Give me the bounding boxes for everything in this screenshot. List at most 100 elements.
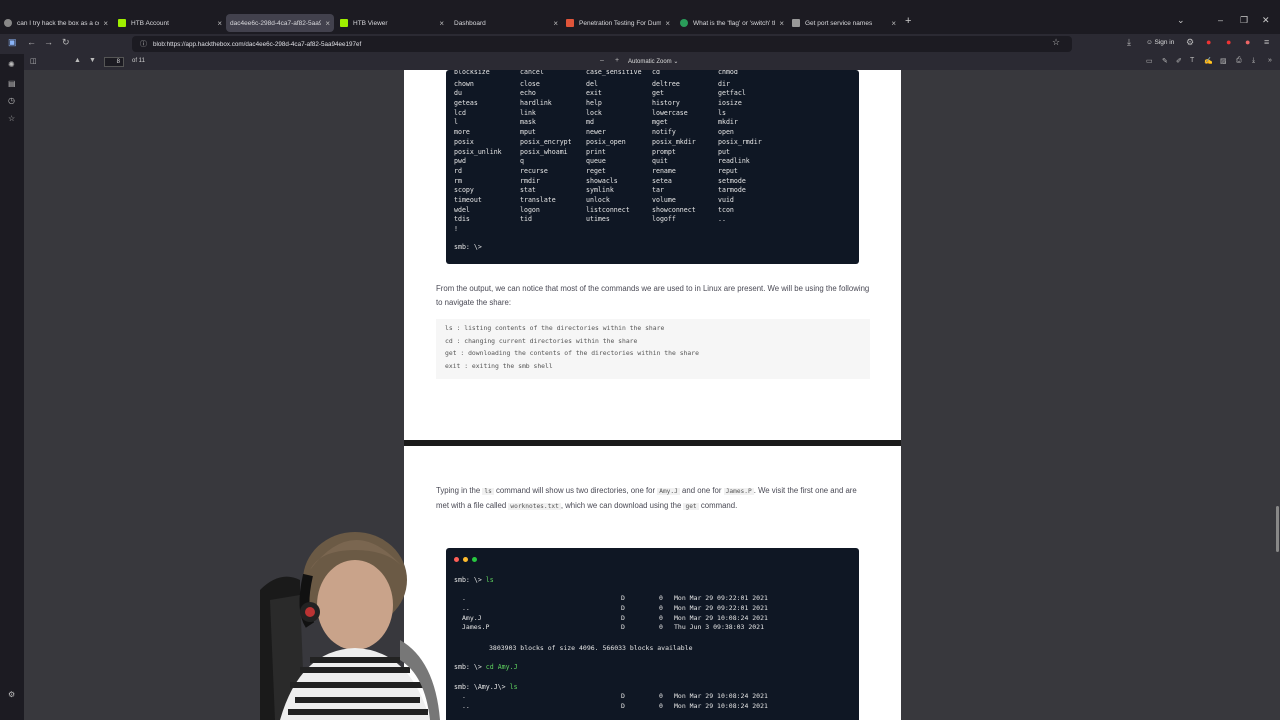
tab-0[interactable]: can I try hack the box as a comp × [4,14,108,32]
tab-list-icon[interactable]: ⌄ [1177,15,1185,26]
listing-size: 0 [659,594,663,602]
command-cell: symlink [586,186,614,195]
reload-icon[interactable]: ↻ [62,37,70,48]
yellow-dot-icon [463,557,468,562]
signature-icon[interactable]: ✍ [1204,57,1213,65]
listing-date: Mon Mar 29 10:08:24 2021 [674,692,768,700]
ai-chat-icon[interactable]: ✺ [8,60,15,69]
listing-size: 0 [659,613,663,622]
new-tab-icon[interactable]: + [905,15,911,27]
tab-3[interactable]: HTB Viewer × [340,14,444,32]
listing-name: .. [462,603,470,612]
tab-favicon-icon [4,19,12,27]
browser-sidebar: ✺ ▤ ◷ ☆ ⚙ [0,54,24,720]
command-cell: posix_rmdir [718,137,762,146]
downloads-icon[interactable]: ⤓ [1127,37,1131,48]
extension-record-icon[interactable]: ● [1226,37,1231,47]
command-cell: rd [454,166,462,175]
next-page-icon[interactable]: ▼ [89,57,96,64]
tab-1[interactable]: HTB Account × [118,14,222,32]
command-cell: help [586,99,602,108]
listing-size: 0 [659,692,663,700]
navigation-bar: ▣ ← → ↻ ⓘ blob:https://app.hackthebox.co… [0,34,1280,54]
close-icon[interactable]: × [553,19,558,28]
page-info-icon[interactable]: ⓘ [140,39,147,49]
pdf-sidebar-toggle-icon[interactable]: ◫ [30,57,37,65]
extension-brave-icon[interactable]: ● [1245,37,1250,47]
extensions-icon[interactable]: ⚙ [1186,37,1194,48]
htb-favicon-icon [340,19,348,27]
command-cell: pwd [454,157,466,166]
command-cell: reput [718,166,738,175]
bookmark-star-icon[interactable]: ☆ [1052,37,1060,48]
command-cell: tarmode [718,186,746,195]
save-icon[interactable]: ⤓ [1252,57,1255,65]
command-cell: volume [652,195,676,204]
red-dot-icon [454,557,459,562]
command-cell: showacls [586,176,618,185]
vertical-scrollbar[interactable] [1276,506,1279,552]
tab-4[interactable]: Dashboard × [454,14,558,32]
command-cell: quit [652,157,668,166]
restore-icon[interactable]: ❐ [1240,15,1248,26]
command-cell: l [454,118,458,127]
sidebar-toggle-icon[interactable]: ▣ [8,37,17,48]
command-cell: tar [652,186,664,195]
zoom-out-icon[interactable]: – [600,57,604,64]
code-line: ls : listing contents of the directories… [445,324,665,332]
pdf-viewer[interactable]: blocksize cancel case_sensitive cd chmod chow… [24,70,1280,720]
tab-5[interactable]: Penetration Testing For Dummi × [566,14,670,32]
print-icon[interactable]: ⎙ [1236,57,1242,65]
history-sync-icon[interactable]: ▤ [8,79,16,88]
previous-page-icon[interactable]: ▲ [74,57,81,64]
close-icon[interactable]: × [325,19,330,28]
window-close-icon[interactable]: ✕ [1262,15,1270,26]
tab-7[interactable]: Get port service names × [792,14,896,32]
tab-2-active[interactable]: dac4ee6c-298d-4ca7-af82-5aa94ee × [226,14,334,32]
page-number-input[interactable]: 8 [104,57,124,67]
command-cell: mkdir [718,118,738,127]
forward-icon[interactable]: → [44,37,53,47]
sign-in-button[interactable]: ☺ Sign in [1146,39,1174,46]
back-icon[interactable]: ← [27,37,36,47]
listing-name: . [462,692,466,700]
zoom-select[interactable]: Automatic Zoom ⌄ [624,56,696,68]
bookmarks-icon[interactable]: ☆ [8,114,15,123]
inline-code: James.P [723,488,754,495]
close-icon[interactable]: × [891,19,896,28]
close-icon[interactable]: × [439,19,444,28]
close-icon[interactable]: × [665,19,670,28]
prompt-text: smb: \> [454,663,482,671]
account-icon: ☺ [1146,39,1153,46]
prompt-line: smb: \> ls [454,576,494,584]
tab-label: HTB Viewer [353,19,388,27]
minimize-icon[interactable]: – [1218,15,1223,25]
command-cell: case_sensitive [586,70,642,76]
htb-favicon-icon [118,19,126,27]
tab-6[interactable]: What is the 'flag' or 'switch' the × [680,14,784,32]
extension-red-icon[interactable]: ● [1206,37,1211,47]
history-icon[interactable]: ◷ [8,96,15,105]
zoom-in-icon[interactable]: + [615,57,619,64]
pdf-page: blocksize cancel case_sensitive cd chmod chow… [404,70,901,440]
close-icon[interactable]: × [103,19,108,28]
sidebar-settings-icon[interactable]: ⚙ [8,690,15,699]
inline-code: get [683,503,699,510]
command-cell: rename [652,166,676,175]
url-bar[interactable]: ⓘ blob:https://app.hackthebox.com/dac4ee… [132,36,1072,52]
inline-code: Amy.J [657,488,680,495]
comment-icon[interactable]: ▭ [1146,57,1153,65]
menu-icon[interactable]: ≡ [1264,37,1269,47]
pdf-more-icon[interactable]: » [1268,57,1272,64]
draw-icon[interactable]: ✐ [1176,57,1182,65]
prompt-text: smb: \> [454,576,482,584]
image-icon[interactable]: ▨ [1220,57,1227,65]
paragraph-commands-intro: From the output, we can notice that most… [436,284,870,307]
prompt-line: smb: \> cd Amy.J [454,663,518,671]
command-cell: open [718,128,734,137]
close-icon[interactable]: × [217,19,222,28]
close-icon[interactable]: × [779,19,784,28]
nav-commands-code: ls : listing contents of the directories… [436,319,870,379]
highlight-icon[interactable]: ✎ [1162,57,1168,65]
text-tool-icon[interactable]: T [1190,57,1194,64]
